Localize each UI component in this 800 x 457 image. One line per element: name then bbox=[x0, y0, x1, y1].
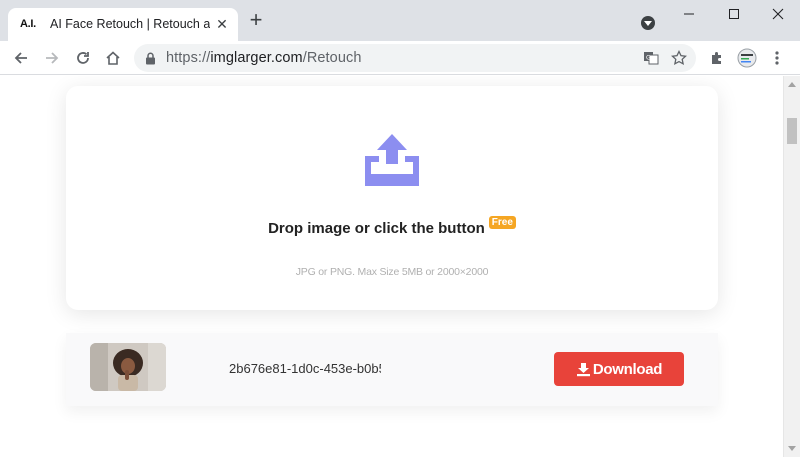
back-arrow-icon bbox=[14, 52, 27, 64]
minimize-button[interactable] bbox=[678, 4, 700, 26]
file-name: 2b676e81-1d0c-453e-b0b5-2 bbox=[229, 361, 381, 376]
back-button[interactable] bbox=[10, 47, 32, 69]
browser-toolbar: https://imglarger.com/Retouch G bbox=[0, 41, 800, 75]
tab-strip: A.I. AI Face Retouch | Retouch and ✕ + bbox=[0, 0, 800, 41]
scroll-up-arrow-icon[interactable] bbox=[788, 82, 796, 87]
profile-button[interactable] bbox=[736, 47, 758, 69]
extensions-puzzle-icon bbox=[712, 52, 721, 64]
reload-icon bbox=[77, 52, 89, 64]
url-host: imglarger.com bbox=[210, 50, 303, 66]
download-icon bbox=[576, 362, 590, 376]
home-button[interactable] bbox=[102, 47, 124, 69]
url-scheme: https:// bbox=[166, 50, 211, 66]
image-thumbnail bbox=[90, 343, 166, 391]
upload-hint: JPG or PNG. Max Size 5MB or 2000×2000 bbox=[295, 266, 489, 278]
more-menu-button[interactable] bbox=[766, 47, 788, 69]
extensions-button[interactable] bbox=[706, 47, 728, 69]
svg-text:G: G bbox=[646, 55, 651, 62]
scroll-down-arrow-icon[interactable] bbox=[788, 446, 796, 451]
new-tab-button[interactable]: + bbox=[246, 9, 266, 31]
free-badge: Free bbox=[488, 216, 516, 229]
dropzone-title: Drop image or click the button bbox=[268, 220, 485, 237]
url-path: /Retouch bbox=[302, 50, 362, 66]
translate-icon[interactable]: G bbox=[642, 49, 660, 67]
maximize-button[interactable] bbox=[723, 4, 745, 26]
close-icon bbox=[772, 8, 784, 20]
home-icon bbox=[106, 51, 120, 65]
download-button[interactable]: Download bbox=[554, 352, 684, 386]
site-favicon: A.I. bbox=[20, 18, 36, 30]
maximize-icon bbox=[729, 9, 739, 19]
minimize-icon bbox=[684, 13, 694, 15]
forward-button[interactable] bbox=[41, 47, 63, 69]
profile-avatar-icon bbox=[737, 48, 757, 68]
url-text[interactable]: https://imglarger.com/Retouch bbox=[166, 50, 362, 66]
scroll-thumb[interactable] bbox=[787, 118, 797, 144]
portrait-thumbnail-image bbox=[90, 343, 166, 391]
tab-search-icon[interactable] bbox=[641, 16, 655, 30]
browser-tab[interactable]: A.I. AI Face Retouch | Retouch and ✕ bbox=[8, 8, 238, 41]
tab-title: AI Face Retouch | Retouch and bbox=[50, 17, 210, 31]
close-window-button[interactable] bbox=[767, 4, 789, 26]
page-scrollbar[interactable] bbox=[783, 76, 800, 457]
forward-arrow-icon bbox=[46, 52, 59, 64]
upload-tray-icon[interactable] bbox=[363, 134, 421, 186]
upload-dropzone[interactable]: Drop image or click the button Free JPG o… bbox=[66, 86, 718, 310]
more-menu-icon bbox=[775, 51, 779, 65]
download-label: Download bbox=[592, 360, 663, 378]
bookmark-star-icon[interactable] bbox=[670, 49, 688, 67]
tab-close-icon[interactable]: ✕ bbox=[214, 16, 230, 32]
lock-icon[interactable] bbox=[145, 52, 156, 65]
processed-file-row: 2b676e81-1d0c-453e-b0b5-2 Download bbox=[66, 333, 718, 406]
reload-button[interactable] bbox=[72, 47, 94, 69]
dropzone-title-row: Drop image or click the button Free bbox=[66, 216, 718, 238]
address-bar[interactable]: https://imglarger.com/Retouch G bbox=[134, 44, 696, 72]
page-viewport: Drop image or click the button Free JPG o… bbox=[0, 76, 783, 457]
